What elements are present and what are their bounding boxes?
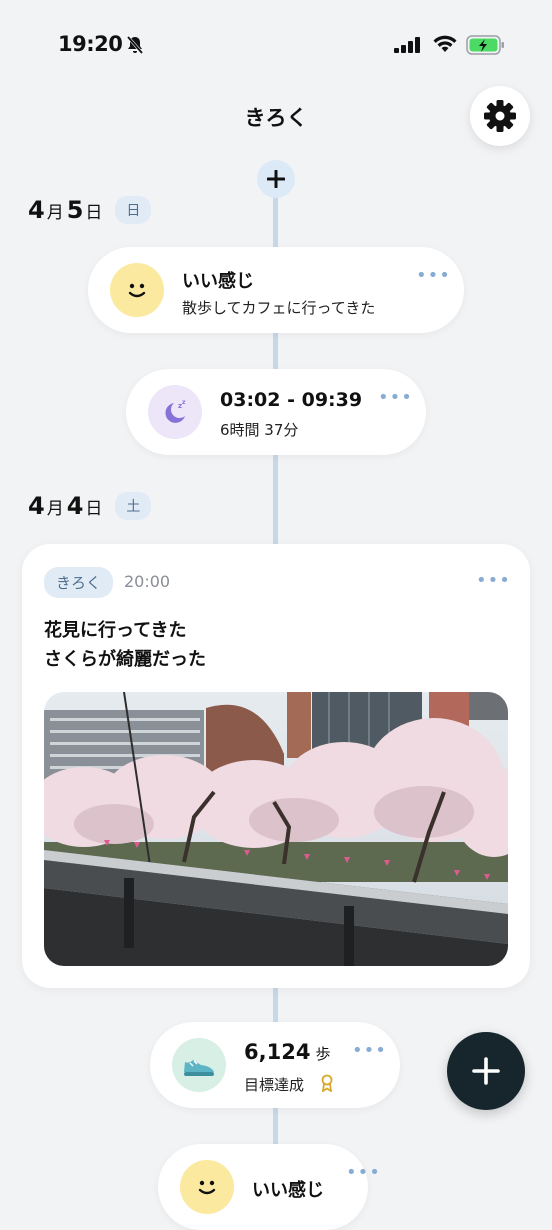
- mood-entry-card[interactable]: いい感じ •••: [158, 1144, 380, 1230]
- more-options-button[interactable]: •••: [352, 1042, 387, 1060]
- bell-muted-icon: [125, 35, 145, 59]
- mood-title: いい感じ: [182, 271, 254, 292]
- entry-type-tag: きろく: [44, 567, 114, 598]
- sleep-entry-card[interactable]: z z 03:02 - 09:39 6時間 37分 •••: [126, 369, 426, 455]
- add-entry-top-button[interactable]: [257, 160, 295, 198]
- cherry-blossom-photo[interactable]: [44, 692, 508, 966]
- smile-face-icon: [180, 1160, 234, 1214]
- more-options-button[interactable]: •••: [476, 572, 511, 590]
- sleep-time-range: 03:02 - 09:39: [220, 389, 363, 411]
- mood-note: 散歩してカフェに行ってきた: [182, 299, 376, 317]
- cellular-signal-icon: [394, 37, 422, 57]
- sneaker-icon: [172, 1038, 226, 1092]
- sleep-duration: 6時間 37分: [220, 421, 299, 439]
- weekday-badge: 日: [115, 196, 152, 224]
- weekday-badge: 土: [115, 492, 152, 520]
- add-entry-fab[interactable]: [447, 1032, 525, 1110]
- gear-icon: [484, 100, 516, 132]
- date-header: 4月4日土: [28, 492, 152, 520]
- date-header: 4月5日日: [28, 196, 152, 224]
- smile-face-icon: [110, 263, 164, 317]
- mood-title: いい感じ: [252, 1180, 324, 1201]
- plus-icon: [472, 1057, 500, 1085]
- mood-entry-card[interactable]: いい感じ 散歩してカフェに行ってきた •••: [88, 247, 464, 333]
- plus-icon: [267, 170, 285, 188]
- wifi-icon: [432, 34, 458, 58]
- settings-button[interactable]: [470, 86, 530, 146]
- sleep-moon-icon: z z: [148, 385, 202, 439]
- more-options-button[interactable]: •••: [416, 267, 451, 285]
- note-text: 花見に行ってきた さくらが綺麗だった: [44, 620, 206, 670]
- more-options-button[interactable]: •••: [378, 389, 413, 407]
- goal-achieved-label: 目標達成: [244, 1076, 305, 1094]
- battery-charging-icon: [466, 34, 506, 60]
- entry-time: 20:00: [124, 572, 171, 591]
- steps-count: 6,124 歩: [244, 1040, 331, 1064]
- more-options-button[interactable]: •••: [346, 1164, 381, 1182]
- status-time: 19:20: [58, 32, 123, 56]
- svg-text:z: z: [182, 399, 186, 406]
- award-medal-icon: [320, 1074, 334, 1096]
- note-entry-card[interactable]: きろく 20:00 ••• 花見に行ってきた さくらが綺麗だった: [22, 544, 530, 988]
- steps-entry-card[interactable]: 6,124 歩 目標達成 •••: [150, 1022, 400, 1108]
